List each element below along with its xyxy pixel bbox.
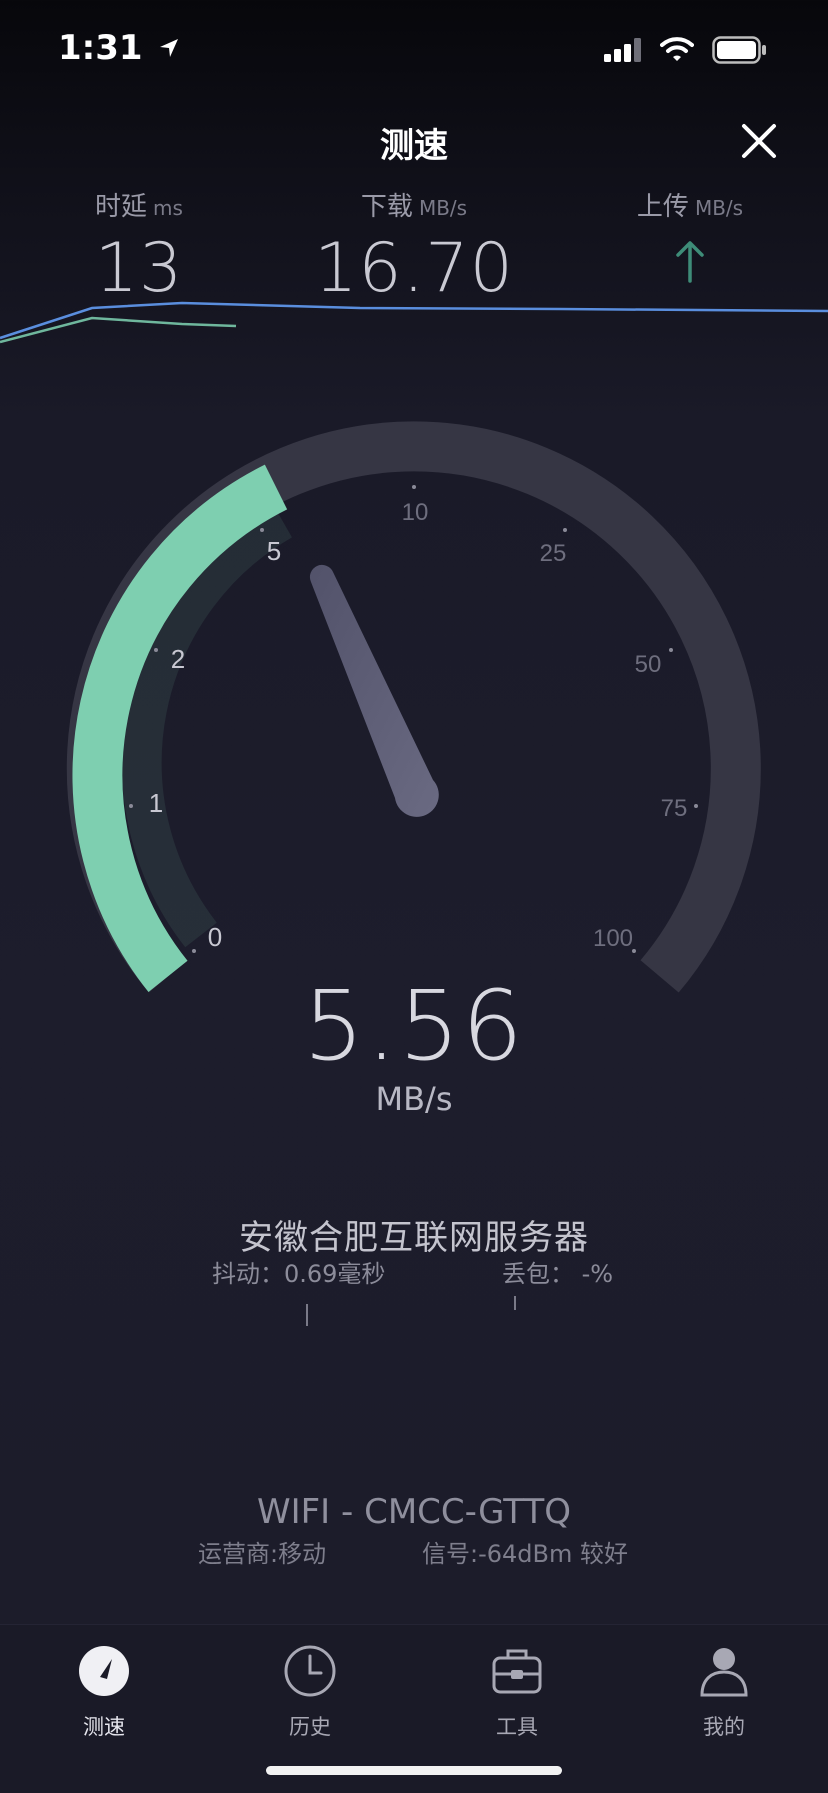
- battery-icon: [712, 36, 766, 64]
- tab-speedtest[interactable]: 测速: [44, 1643, 164, 1741]
- signal-strength: 信号:-64dBm 较好: [422, 1540, 628, 1568]
- wifi-network-name: WIFI - CMCC-GTTQ: [256, 1492, 572, 1532]
- upload-metric: 上传 MB/s: [575, 186, 805, 287]
- gauge-needle: [309, 564, 439, 817]
- gauge-tick-label-100: 100: [593, 925, 633, 952]
- home-indicator[interactable]: [266, 1766, 562, 1775]
- toolbox-icon: [492, 1649, 542, 1694]
- clock-icon: [284, 1645, 336, 1697]
- gauge-tick-label-5: 5: [267, 536, 281, 566]
- close-icon: [742, 124, 776, 158]
- server-name: 安徽合肥互联网服务器: [239, 1218, 589, 1258]
- wifi-icon: [660, 37, 694, 61]
- upload-arrow-icon: [676, 241, 704, 283]
- current-speed-unit: MB/s: [375, 1080, 453, 1118]
- tab-history[interactable]: 历史: [250, 1643, 370, 1741]
- status-time-text: 1:31: [58, 28, 143, 68]
- latency-unit: ms: [153, 196, 183, 220]
- status-indicators: [604, 34, 794, 68]
- packet-loss-stat: 丢包： -%: [502, 1260, 614, 1288]
- gauge-tick-label-75: 75: [661, 795, 688, 822]
- gauge-tick-label-50: 50: [635, 651, 662, 678]
- gauge-tick-label-25: 25: [540, 540, 567, 567]
- carrier-info: 运营商:移动: [198, 1540, 327, 1568]
- tab-history-label: 历史: [289, 1715, 331, 1739]
- upload-trend-line: [0, 316, 237, 344]
- page-title: 测速: [380, 126, 448, 166]
- close-button[interactable]: [738, 120, 780, 162]
- download-label: 下载: [360, 192, 413, 222]
- latency-label: 时延: [95, 192, 148, 222]
- speed-gauge: 0 1 2 5 10 25 50 75 100: [66, 421, 761, 993]
- tab-profile[interactable]: 我的: [664, 1643, 784, 1741]
- upload-label: 上传: [636, 192, 689, 222]
- tab-speedtest-label: 测速: [83, 1715, 125, 1739]
- status-time: 1:31: [58, 28, 180, 68]
- gauge-tick-label-10: 10: [402, 499, 429, 526]
- speed-history-graph: [0, 301, 828, 344]
- tab-tools-label: 工具: [496, 1715, 538, 1739]
- location-arrow-icon: [160, 39, 179, 57]
- tab-tools[interactable]: 工具: [457, 1643, 577, 1741]
- download-unit: MB/s: [418, 196, 468, 220]
- gauge-tick-label-1: 1: [149, 788, 163, 818]
- gauge-tick-label-2: 2: [171, 644, 185, 674]
- tab-profile-label: 我的: [703, 1715, 745, 1739]
- current-speed-value: 5.56: [303, 970, 525, 1082]
- jitter-marker: [306, 1304, 308, 1326]
- gauge-tick-label-0: 0: [208, 922, 222, 952]
- jitter-stat: 抖动：0.69毫秒: [212, 1260, 386, 1288]
- loss-marker: [514, 1296, 516, 1310]
- speedometer-icon: [79, 1646, 129, 1696]
- cellular-signal-icon: [604, 38, 641, 62]
- upload-unit: MB/s: [694, 196, 744, 220]
- user-icon: [700, 1648, 748, 1697]
